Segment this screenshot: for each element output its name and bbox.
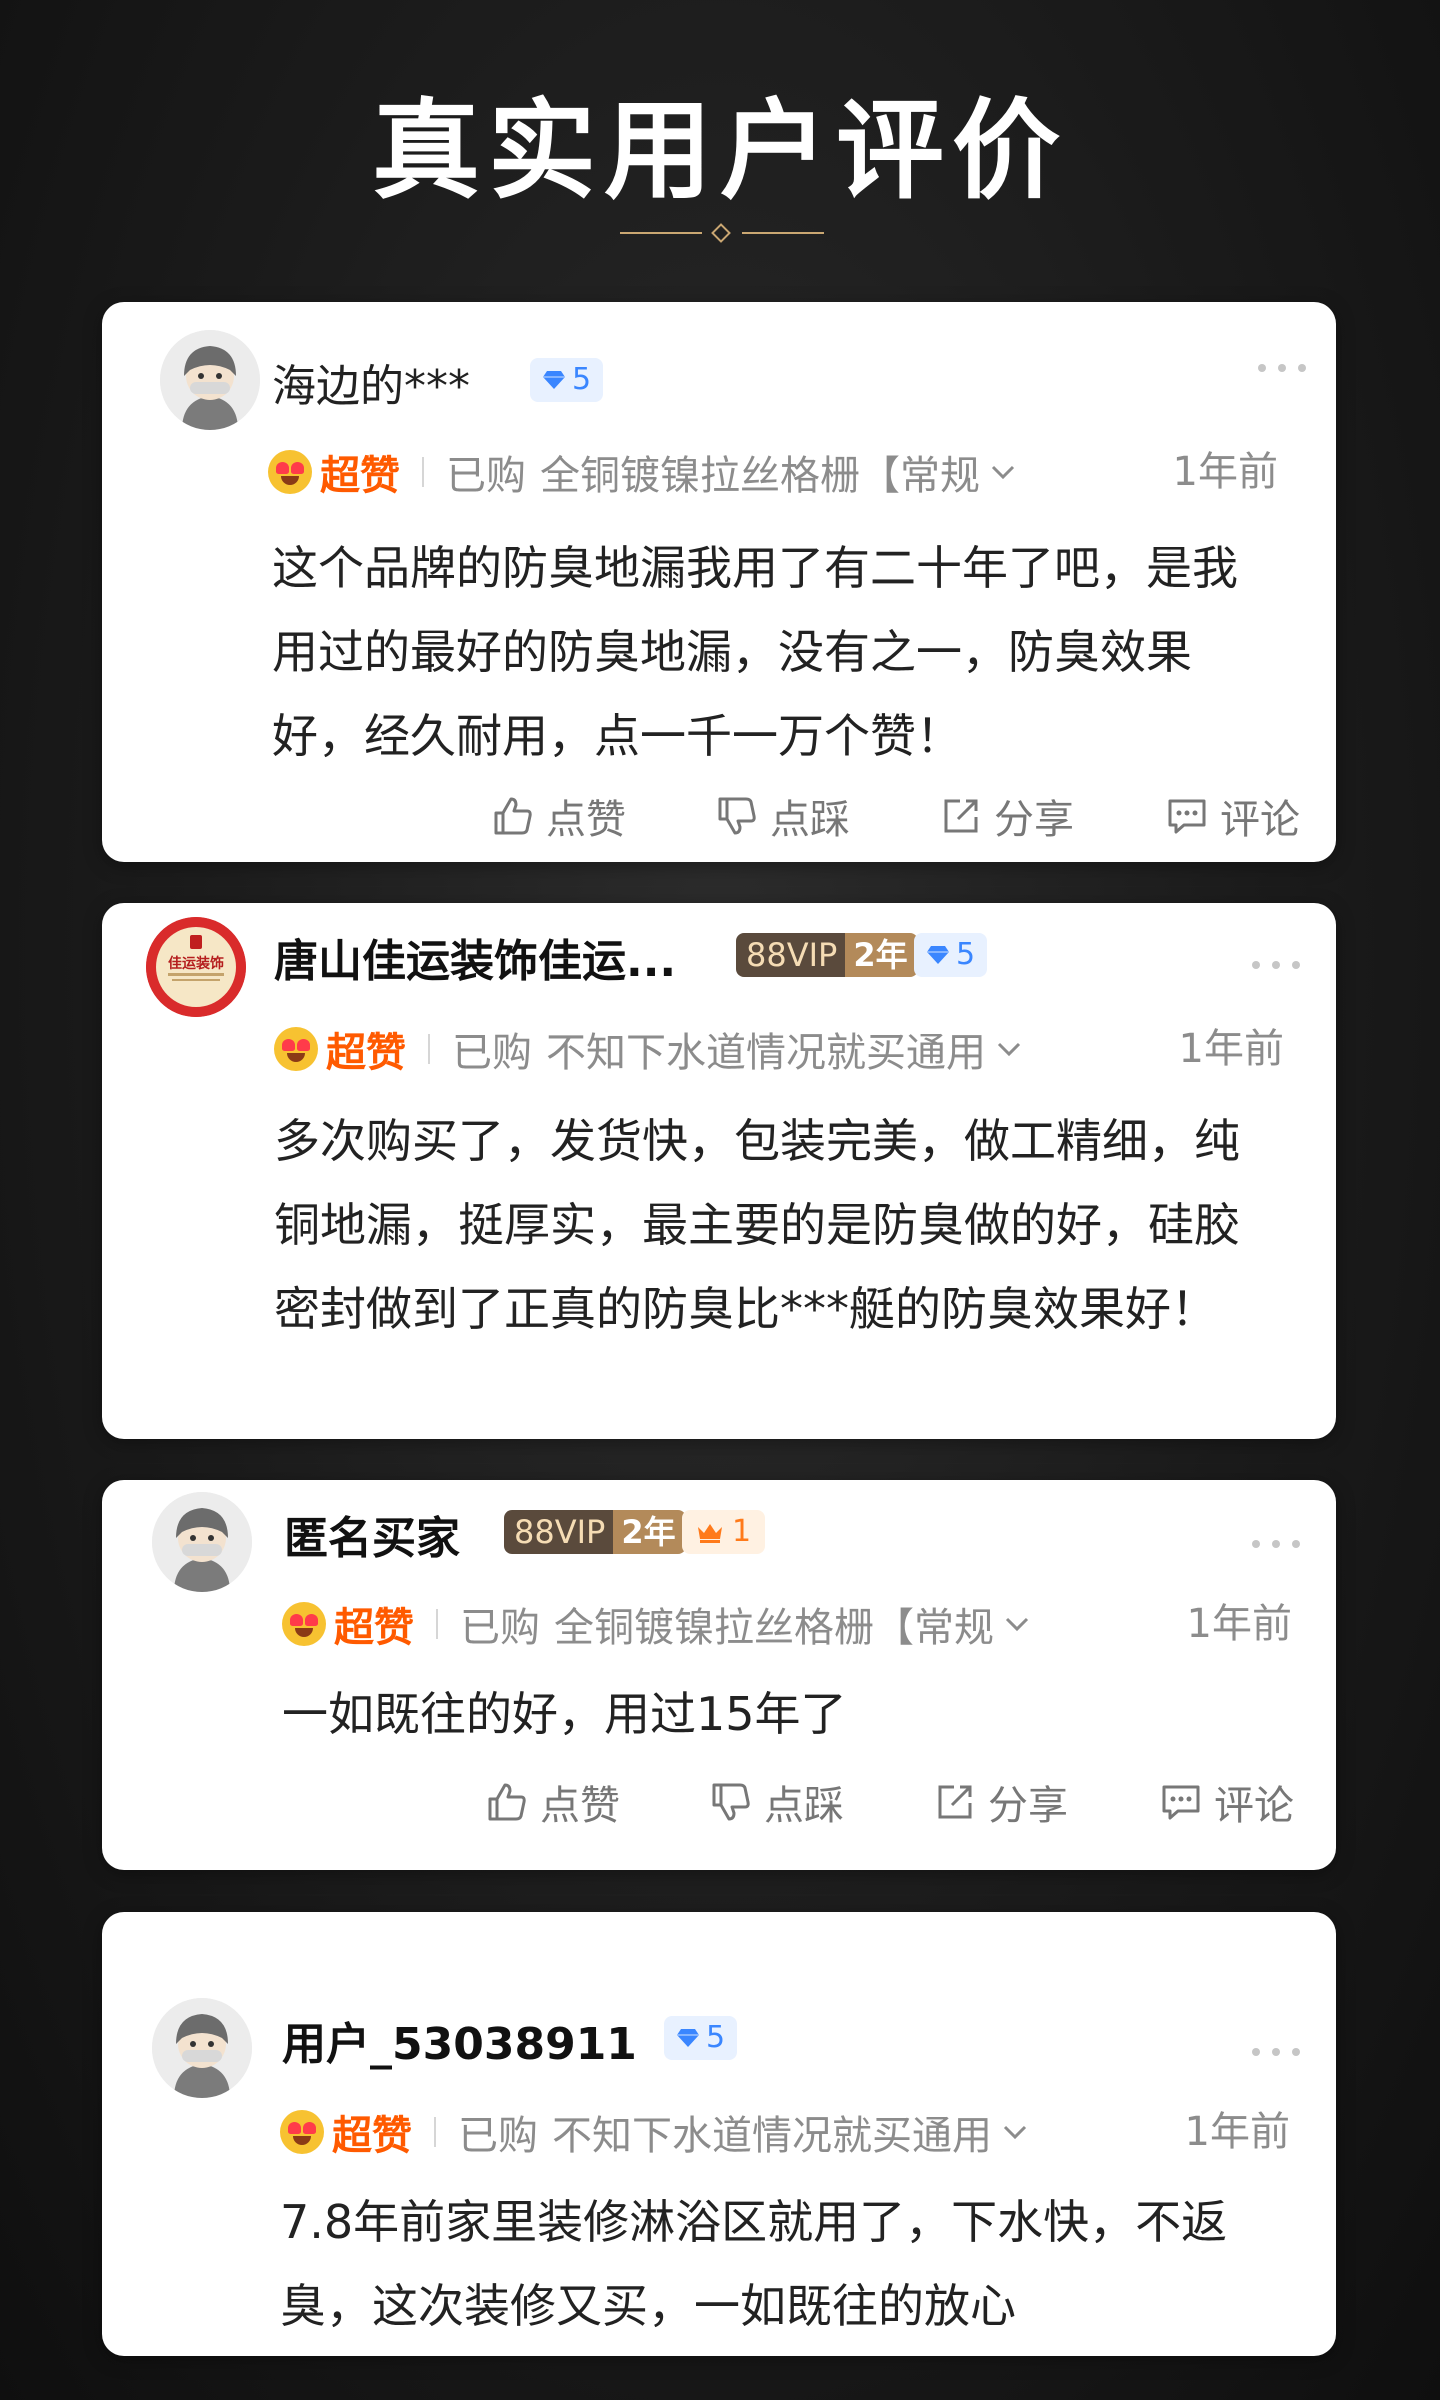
heart-eyes-icon [282, 1602, 326, 1646]
review-text: 7.8年前家里装修淋浴区就用了，下水快，不返臭，这次装修又买，一如既往的放心 [280, 2195, 1228, 2333]
review-card: 用户_53038911 5 超赞 已购 不知下水道情况就买通用 1年前 7.8年… [102, 1912, 1336, 2356]
chevron-down-icon[interactable] [1002, 2124, 1028, 2140]
diamond-icon [927, 946, 949, 964]
review-time: 1年前 [1186, 1601, 1292, 1647]
share-icon [938, 1785, 972, 1819]
share-button[interactable]: 分享 [932, 1772, 1068, 1832]
comment-icon [1168, 799, 1206, 834]
thumb-down-icon [718, 797, 756, 835]
thumb-up-icon [488, 1783, 526, 1821]
diamond-icon [543, 371, 565, 389]
dislike-button[interactable]: 点踩 [708, 1772, 844, 1832]
super-like-label: 超赞 [334, 1605, 414, 1651]
review-meta: 超赞 已购 全铜镀镍拉丝格栅【常规 1年前 [268, 444, 1278, 500]
review-meta: 超赞 已购 不知下水道情况就买通用 1年前 [280, 2104, 1290, 2160]
crown-level-badge: 1 [682, 1510, 766, 1554]
comment-button[interactable]: 评论 [1164, 786, 1300, 846]
title-divider [620, 223, 824, 243]
store-logo-text: 佳运装饰 [168, 956, 224, 972]
username[interactable]: 唐山佳运装饰佳运... [274, 925, 676, 989]
heart-eyes-icon [280, 2110, 324, 2154]
review-text: 一如既往的好，用过15年了 [282, 1687, 847, 1741]
heart-eyes-icon [274, 1027, 318, 1071]
sku-variant[interactable]: 全铜镀镍拉丝格栅【常规 [554, 1595, 994, 1653]
share-button[interactable]: 分享 [938, 786, 1074, 846]
bought-label: 已购 [452, 1030, 532, 1076]
member-level-badge: 5 [664, 2016, 738, 2060]
chevron-down-icon[interactable] [990, 464, 1016, 480]
thumb-up-icon [494, 797, 532, 835]
crown-icon [698, 1524, 722, 1543]
action-bar: 点赞 点踩 分享 评论 [102, 786, 1336, 846]
more-icon[interactable] [1252, 2046, 1304, 2058]
action-bar: 点赞 点踩 分享 评论 [102, 1772, 1336, 1832]
like-button[interactable]: 点赞 [490, 786, 626, 846]
avatar[interactable] [152, 1492, 252, 1592]
review-time: 1年前 [1184, 2109, 1290, 2155]
chevron-down-icon[interactable] [996, 1041, 1022, 1057]
diamond-icon [677, 2029, 699, 2047]
vip-badge: 88VIP 2年 [736, 933, 918, 977]
review-time: 1年前 [1178, 1026, 1284, 1072]
super-like-label: 超赞 [332, 2113, 412, 2159]
super-like-label: 超赞 [326, 1030, 406, 1076]
review-text: 多次购买了，发货快，包装完美，做工精细，纯铜地漏，挺厚实，最主要的是防臭做的好，… [274, 1114, 1240, 1336]
dislike-button[interactable]: 点踩 [714, 786, 850, 846]
review-time: 1年前 [1172, 449, 1278, 495]
default-avatar-icon [152, 1492, 252, 1592]
default-avatar-icon [152, 1998, 252, 2098]
review-card: 匿名买家 88VIP 2年 1 超赞 已购 全铜镀镍拉丝格栅【常规 1年前 一如… [102, 1480, 1336, 1870]
member-level-badge: 5 [530, 358, 604, 402]
store-logo-avatar[interactable]: 佳运装饰 [146, 917, 246, 1017]
sku-variant[interactable]: 不知下水道情况就买通用 [552, 2103, 992, 2161]
review-card: 海边的*** 5 超赞 已购 全铜镀镍拉丝格栅【常规 1年前 这个品牌的防臭地漏… [102, 302, 1336, 862]
diamond-icon [711, 223, 731, 243]
comment-button[interactable]: 评论 [1158, 1772, 1294, 1832]
username[interactable]: 用户_53038911 [282, 2008, 637, 2072]
review-card: 佳运装饰 唐山佳运装饰佳运... 88VIP 2年 5 超赞 已购 不知下水道情… [102, 903, 1336, 1439]
default-avatar-icon [160, 330, 260, 430]
avatar[interactable] [160, 330, 260, 430]
review-meta: 超赞 已购 不知下水道情况就买通用 1年前 [274, 1021, 1284, 1077]
more-icon[interactable] [1252, 1538, 1304, 1550]
share-icon [944, 799, 978, 833]
username[interactable]: 匿名买家 [284, 1502, 460, 1566]
comment-icon [1162, 1785, 1200, 1820]
page-title: 真实用户评价 [371, 89, 1068, 214]
more-icon[interactable] [1252, 959, 1304, 971]
bought-label: 已购 [458, 2113, 538, 2159]
member-level-badge: 5 [914, 933, 988, 977]
thumb-down-icon [712, 1783, 750, 1821]
review-meta: 超赞 已购 全铜镀镍拉丝格栅【常规 1年前 [282, 1596, 1292, 1652]
heart-eyes-icon [268, 450, 312, 494]
sku-variant[interactable]: 全铜镀镍拉丝格栅【常规 [540, 443, 980, 501]
bought-label: 已购 [446, 453, 526, 499]
username[interactable]: 海边的*** [272, 350, 470, 414]
review-text: 这个品牌的防臭地漏我用了有二十年了吧，是我用过的最好的防臭地漏，没有之一，防臭效… [272, 541, 1238, 763]
sku-variant[interactable]: 不知下水道情况就买通用 [546, 1020, 986, 1078]
avatar[interactable] [152, 1998, 252, 2098]
chevron-down-icon[interactable] [1004, 1616, 1030, 1632]
bought-label: 已购 [460, 1605, 540, 1651]
super-like-label: 超赞 [320, 453, 400, 499]
vip-badge: 88VIP 2年 [504, 1510, 686, 1554]
more-icon[interactable] [1258, 362, 1310, 374]
like-button[interactable]: 点赞 [484, 1772, 620, 1832]
